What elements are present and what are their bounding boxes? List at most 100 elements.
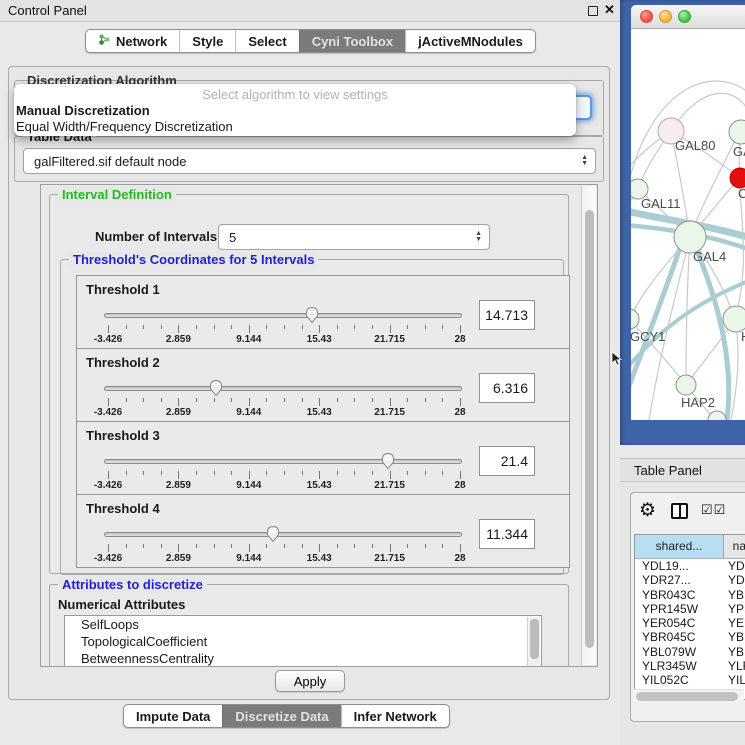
bottom-tab-infer-network[interactable]: Infer Network [341, 705, 449, 727]
scrollbar-thumb[interactable] [530, 619, 539, 659]
table-row[interactable]: YPR145WYPR1 [635, 602, 745, 616]
column-header-name[interactable]: na [724, 535, 745, 558]
table-data-combobox[interactable]: galFiltered.sif default node ▲▼ [23, 148, 596, 174]
cell-name: YDL1 [724, 559, 745, 573]
slider-thumb[interactable] [304, 306, 320, 324]
slider-thumb[interactable] [208, 379, 224, 397]
table-panel-titlebar: Table Panel [620, 458, 745, 482]
minor-tick [442, 325, 443, 329]
algorithm-option-1[interactable]: Manual Discretization [16, 103, 150, 118]
major-tick [178, 471, 179, 479]
minor-tick [284, 398, 285, 402]
minor-tick [442, 398, 443, 402]
table-horizontal-scrollbar[interactable] [634, 689, 744, 701]
attribute-list-item[interactable]: BetweennessCentrality [65, 650, 541, 667]
attribute-list-item[interactable]: SelfLoops [65, 616, 541, 633]
minor-tick [214, 544, 215, 548]
network-canvas[interactable]: GAL80 GA C GAL11 GAL4 GCY1 H HAP2 [631, 29, 745, 420]
thresholds-group: Threshold's Coordinates for 5 Intervals … [60, 259, 564, 575]
threshold-panel-3: Threshold 3 -3.4262.8599.14415.4321.7152… [76, 421, 570, 495]
numerical-attributes-label: Numerical Attributes [58, 597, 185, 612]
cell-name: YLR3 [724, 659, 745, 673]
minor-tick [354, 325, 355, 329]
apply-button[interactable]: Apply [275, 670, 346, 692]
slider-ticks [108, 471, 460, 479]
threshold-value-box[interactable]: 6.316 [479, 373, 535, 403]
table-row[interactable]: YBR045CYBR0 [635, 630, 745, 644]
bottom-tab-discretize-data[interactable]: Discretize Data [222, 705, 340, 727]
minor-tick [161, 544, 162, 548]
table-row[interactable]: YBR043CYBR0 [635, 588, 745, 602]
threshold-slider[interactable]: -3.4262.8599.14415.4321.71528 [104, 525, 464, 567]
slider-track[interactable] [104, 313, 462, 318]
bottom-tab-impute-data[interactable]: Impute Data [124, 705, 222, 727]
tick-label: 2.859 [166, 407, 191, 418]
control-panel-titlebar: Control Panel ✕ [0, 0, 620, 22]
node-hap2[interactable] [676, 375, 696, 395]
slider-track[interactable] [104, 532, 462, 537]
minimize-traffic-light-icon[interactable] [659, 10, 672, 23]
checkbox-icons[interactable]: ☑☑ [701, 502, 726, 518]
node-selected-red[interactable] [730, 168, 745, 188]
scrollbar-thumb[interactable] [585, 210, 594, 648]
close-icon[interactable]: ✕ [604, 2, 615, 18]
close-traffic-light-icon[interactable] [640, 10, 653, 23]
cell-shared-name: YLR345W [635, 659, 724, 673]
table-row[interactable]: YDR27...YDR2 [635, 573, 745, 587]
node-top-right[interactable] [729, 120, 745, 144]
number-of-intervals-combobox[interactable]: 5 ▲▼ [218, 224, 490, 250]
attribute-list-item[interactable]: TopologicalCoefficient [65, 633, 541, 650]
control-panel: Control Panel ✕ Network Style Select Cyni T… [0, 0, 620, 745]
gear-icon[interactable]: ⚙ [639, 500, 656, 522]
scrollbar-thumb[interactable] [636, 692, 738, 701]
slider-track[interactable] [104, 459, 462, 464]
split-columns-icon[interactable] [671, 503, 688, 519]
tab-label: Style [192, 34, 223, 49]
slider-thumb[interactable] [380, 452, 396, 470]
algorithm-option-2[interactable]: Equal Width/Frequency Discretization [16, 119, 233, 134]
column-header-shared-name[interactable]: shared... [635, 535, 724, 558]
major-tick [108, 325, 109, 333]
threshold-stack: Threshold 1 -3.4262.8599.14415.4321.7152… [76, 276, 570, 568]
attributes-list-scrollbar[interactable] [527, 617, 540, 667]
threshold-value-box[interactable]: 21.4 [479, 446, 535, 476]
table-row[interactable]: YBL079WYBL0 [635, 645, 745, 659]
slider-track[interactable] [104, 386, 462, 391]
tab-network[interactable]: Network [86, 30, 179, 52]
tick-label: 2.859 [166, 553, 191, 564]
slider-thumb[interactable] [265, 525, 281, 543]
tab-cyni-toolbox[interactable]: Cyni Toolbox [299, 30, 405, 52]
tab-style[interactable]: Style [179, 30, 235, 52]
panel-scrollbar[interactable] [581, 186, 596, 665]
table-row[interactable]: YER054CYER0 [635, 616, 745, 630]
tab-select[interactable]: Select [235, 30, 298, 52]
threshold-slider[interactable]: -3.4262.8599.14415.4321.71528 [104, 379, 464, 421]
numerical-attributes-list[interactable]: SelfLoopsTopologicalCoefficientBetweenne… [64, 615, 542, 667]
node-bottom-partial[interactable] [708, 411, 726, 420]
network-window-titlebar[interactable] [631, 5, 745, 29]
table-row[interactable]: YLR345WYLR3 [635, 659, 745, 673]
network-view-window[interactable]: GAL80 GA C GAL11 GAL4 GCY1 H HAP2 [631, 5, 745, 420]
settings-scroll-panel: Interval Definition Number of Intervals … [40, 184, 598, 667]
tick-label: -3.426 [94, 553, 122, 564]
threshold-value-box[interactable]: 11.344 [479, 519, 535, 549]
threshold-panel-4: Threshold 4 -3.4262.8599.14415.4321.7152… [76, 494, 570, 568]
threshold-slider[interactable]: -3.4262.8599.14415.4321.71528 [104, 452, 464, 494]
zoom-traffic-light-icon[interactable] [678, 10, 691, 23]
tick-label: -3.426 [94, 407, 122, 418]
minor-tick [302, 398, 303, 402]
float-window-icon[interactable] [588, 6, 598, 16]
node-attribute-table[interactable]: shared... na YDL19...YDL1YDR27...YDR2YBR… [634, 534, 745, 700]
tick-label: 21.715 [374, 407, 405, 418]
minor-tick [302, 544, 303, 548]
tab-label: Select [248, 34, 286, 49]
tab-jactivemnodules[interactable]: jActiveMNodules [405, 30, 535, 52]
table-row[interactable]: YIL052CYIL0 [635, 673, 745, 687]
minor-tick [214, 471, 215, 475]
threshold-slider[interactable]: -3.4262.8599.14415.4321.71528 [104, 306, 464, 348]
spinner-arrows-icon: ▲▼ [581, 155, 588, 167]
node-gcy1[interactable] [631, 309, 639, 329]
table-row[interactable]: YDL19...YDL1 [635, 559, 745, 573]
threshold-value-box[interactable]: 14.713 [479, 300, 535, 330]
threshold-panel-2: Threshold 2 -3.4262.8599.14415.4321.7152… [76, 348, 570, 422]
